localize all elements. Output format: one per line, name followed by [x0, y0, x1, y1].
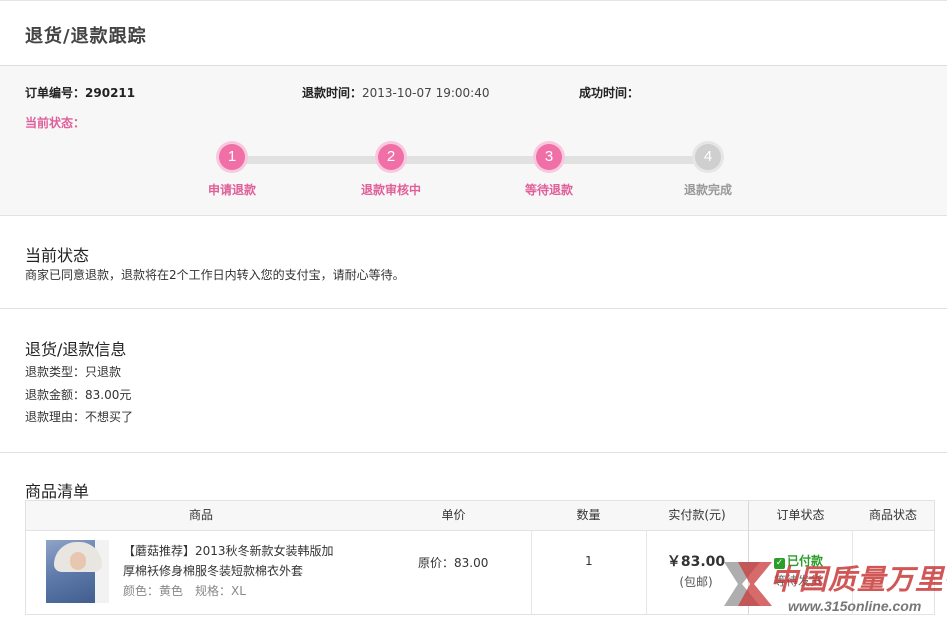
refund-info-title: 退货/退款信息	[25, 340, 127, 359]
column-header-order-status: 订单状态	[776, 508, 825, 522]
refund-reason: 退款理由：不想买了	[25, 410, 134, 424]
progress-step-4: 4 退款完成	[648, 144, 768, 198]
watermark-url: www.315online.com	[788, 598, 922, 614]
step-number: 4	[695, 144, 721, 170]
order-summary: 订单编号：290211 退款时间：2013-10-07 19:00:40 成功时…	[0, 66, 947, 216]
success-time: 成功时间：	[579, 86, 640, 100]
refund-amount: 退款金额：83.00元	[25, 388, 132, 402]
current-status-message: 商家已同意退款，退款将在2个工作日内转入您的支付宝，请耐心等待。	[25, 268, 405, 282]
order-number: 订单编号：290211	[25, 86, 136, 100]
progress-step-2: 2 退款审核中	[331, 144, 451, 198]
page-title: 退货/退款跟踪	[25, 26, 147, 47]
goods-list-title: 商品清单	[25, 482, 90, 501]
goods-table-header: 商品 单价 数量 实付款(元) 订单状态 商品状态	[26, 501, 934, 531]
current-status-title: 当前状态	[25, 246, 90, 265]
step-number: 1	[219, 144, 245, 170]
step-label: 等待退款	[524, 183, 573, 197]
quantity: 1	[585, 554, 593, 568]
watermark-logo-icon	[724, 562, 772, 606]
column-header-paid: 实付款(元)	[668, 508, 726, 522]
watermark: 中国质量万里行 www.315online.com	[704, 548, 947, 621]
column-header-unit-price: 单价	[441, 508, 466, 522]
column-divider	[531, 530, 532, 614]
progress-step-3: 3 等待退款	[489, 144, 609, 198]
current-status-section: 当前状态 商家已同意退款，退款将在2个工作日内转入您的支付宝，请耐心等待。	[0, 216, 947, 309]
refund-type: 退款类型：只退款	[25, 365, 122, 379]
product-name-link[interactable]: 【蘑菇推荐】2013秋冬新款女装韩版加厚棉袄修身棉服冬装短款棉衣外套	[123, 541, 343, 581]
step-number: 3	[536, 144, 562, 170]
column-header-quantity: 数量	[576, 508, 601, 522]
step-label: 退款审核中	[360, 183, 421, 197]
step-label: 退款完成	[683, 183, 732, 197]
refund-time-value: 2013-10-07 19:00:40	[362, 86, 490, 100]
column-header-goods: 商品	[188, 508, 213, 522]
current-status-label: 当前状态：	[25, 116, 86, 130]
page-header: 退货/退款跟踪	[0, 0, 947, 66]
refund-time: 退款时间：2013-10-07 19:00:40	[302, 86, 490, 100]
watermark-text: 中国质量万里行	[770, 563, 947, 596]
product-thumbnail[interactable]	[46, 540, 109, 603]
refund-info-section: 退货/退款信息 退款类型：只退款 退款金额：83.00元 退款理由：不想买了	[0, 309, 947, 453]
progress-step-1: 1 申请退款	[172, 144, 292, 198]
progress-track	[232, 156, 708, 164]
product-spec: 颜色：黄色 规格：XL	[123, 584, 246, 598]
step-label: 申请退款	[207, 183, 256, 197]
unit-price: 原价：83.00	[418, 556, 489, 570]
column-divider	[646, 530, 647, 614]
column-header-goods-status: 商品状态	[868, 508, 917, 522]
order-number-value: 290211	[85, 86, 136, 100]
step-number: 2	[378, 144, 404, 170]
